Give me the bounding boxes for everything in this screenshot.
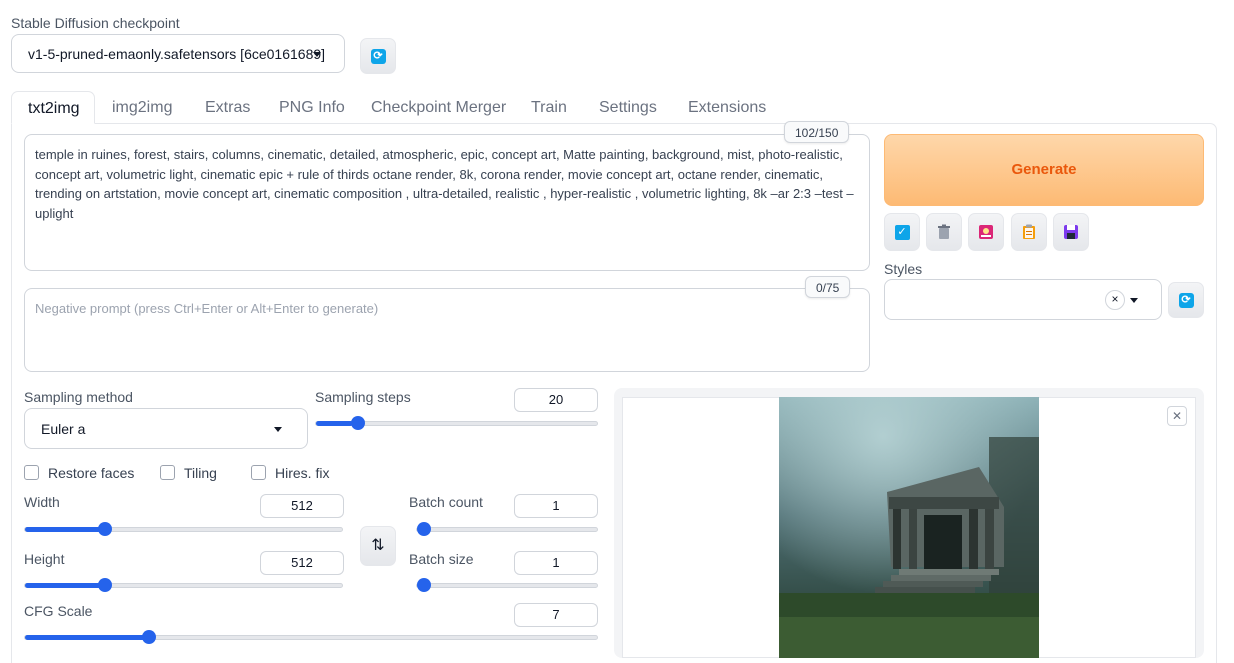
tiling-checkbox[interactable]	[160, 465, 175, 480]
refresh-checkpoint-button[interactable]: ⟳	[360, 38, 396, 74]
clipboard-icon	[1023, 224, 1035, 239]
batch-count-label: Batch count	[409, 494, 483, 510]
chevron-down-icon	[313, 52, 321, 57]
trash-icon	[938, 224, 950, 239]
swap-icon: ⇅	[371, 537, 385, 554]
refresh-icon: ⟳	[1178, 292, 1194, 308]
close-image-button[interactable]: ✕	[1167, 406, 1187, 426]
batch-size-label: Batch size	[409, 551, 474, 567]
chevron-down-icon	[274, 427, 282, 432]
tiling-label: Tiling	[184, 465, 217, 481]
swap-dimensions-button[interactable]: ⇅	[360, 526, 396, 566]
apply-style-icon: ✓	[894, 224, 910, 240]
slider-fill	[316, 421, 353, 426]
batch-count-input[interactable]: 1	[514, 494, 598, 518]
image-icon	[979, 225, 993, 239]
batch-size-slider[interactable]	[416, 578, 598, 592]
height-slider[interactable]	[24, 578, 343, 592]
negative-token-counter: 0/75	[805, 276, 851, 298]
slider-fill	[25, 527, 102, 532]
tab-png-info[interactable]: PNG Info	[279, 91, 345, 124]
clear-styles-icon[interactable]: ×	[1105, 290, 1125, 310]
checkpoint-select[interactable]: v1-5-pruned-emaonly.safetensors [6ce0161…	[11, 34, 345, 73]
styles-select[interactable]: ×	[884, 279, 1162, 320]
slider-thumb[interactable]	[97, 578, 112, 592]
refresh-styles-button[interactable]: ⟳	[1168, 282, 1204, 318]
sampling-method-value: Euler a	[41, 421, 86, 437]
tab-train[interactable]: Train	[531, 91, 567, 124]
prompt-token-counter: 102/150	[784, 121, 850, 143]
negative-prompt-textarea[interactable]: Negative prompt (press Ctrl+Enter or Alt…	[24, 288, 870, 372]
tab-checkpoint-merger[interactable]: Checkpoint Merger	[371, 91, 506, 124]
save-icon	[1064, 225, 1078, 239]
batch-count-slider[interactable]	[416, 522, 598, 536]
generated-image[interactable]	[779, 397, 1039, 658]
sampling-steps-input[interactable]: 20	[514, 388, 598, 412]
width-slider[interactable]	[24, 522, 343, 536]
slider-thumb[interactable]	[97, 522, 112, 536]
prompt-textarea[interactable]: temple in ruines, forest, stairs, column…	[24, 134, 870, 271]
slider-thumb[interactable]	[417, 578, 431, 592]
apply-style-button[interactable]: ✓	[884, 213, 920, 251]
checkpoint-label: Stable Diffusion checkpoint	[11, 15, 180, 31]
height-label: Height	[24, 551, 65, 567]
hires-fix-checkbox[interactable]	[251, 465, 266, 480]
cfg-scale-slider[interactable]	[24, 630, 598, 644]
batch-size-input[interactable]: 1	[514, 551, 598, 575]
slider-fill	[25, 635, 146, 640]
extra-networks-button[interactable]	[968, 213, 1004, 251]
close-icon: ✕	[1171, 409, 1183, 423]
slider-fill	[25, 583, 102, 588]
cfg-scale-label: CFG Scale	[24, 603, 93, 619]
hires-fix-label: Hires. fix	[275, 465, 330, 481]
height-input[interactable]: 512	[260, 551, 344, 575]
width-label: Width	[24, 494, 60, 510]
generate-button[interactable]: Generate	[884, 134, 1204, 206]
sampling-method-select[interactable]: Euler a	[24, 408, 308, 449]
tab-extensions[interactable]: Extensions	[688, 91, 766, 124]
restore-faces-checkbox[interactable]	[24, 465, 39, 480]
tab-settings[interactable]: Settings	[599, 91, 657, 124]
clear-prompt-button[interactable]	[926, 213, 962, 251]
checkpoint-value: v1-5-pruned-emaonly.safetensors [6ce0161…	[28, 46, 326, 62]
slider-thumb[interactable]	[417, 522, 431, 536]
width-input[interactable]: 512	[260, 494, 344, 518]
save-style-button[interactable]	[1053, 213, 1089, 251]
restore-faces-label: Restore faces	[48, 465, 135, 481]
sampling-steps-slider[interactable]	[315, 416, 598, 430]
tab-img2img[interactable]: img2img	[112, 91, 172, 124]
styles-label: Styles	[884, 261, 923, 277]
paste-button[interactable]	[1011, 213, 1047, 251]
refresh-icon: ⟳	[370, 48, 386, 64]
tab-txt2img[interactable]: txt2img	[11, 91, 95, 124]
chevron-down-icon	[1130, 298, 1138, 303]
cfg-scale-input[interactable]: 7	[514, 603, 598, 627]
sampling-steps-label: Sampling steps	[315, 389, 411, 405]
sampling-method-label: Sampling method	[24, 389, 133, 405]
tab-extras[interactable]: Extras	[205, 91, 250, 124]
slider-thumb[interactable]	[350, 416, 365, 430]
